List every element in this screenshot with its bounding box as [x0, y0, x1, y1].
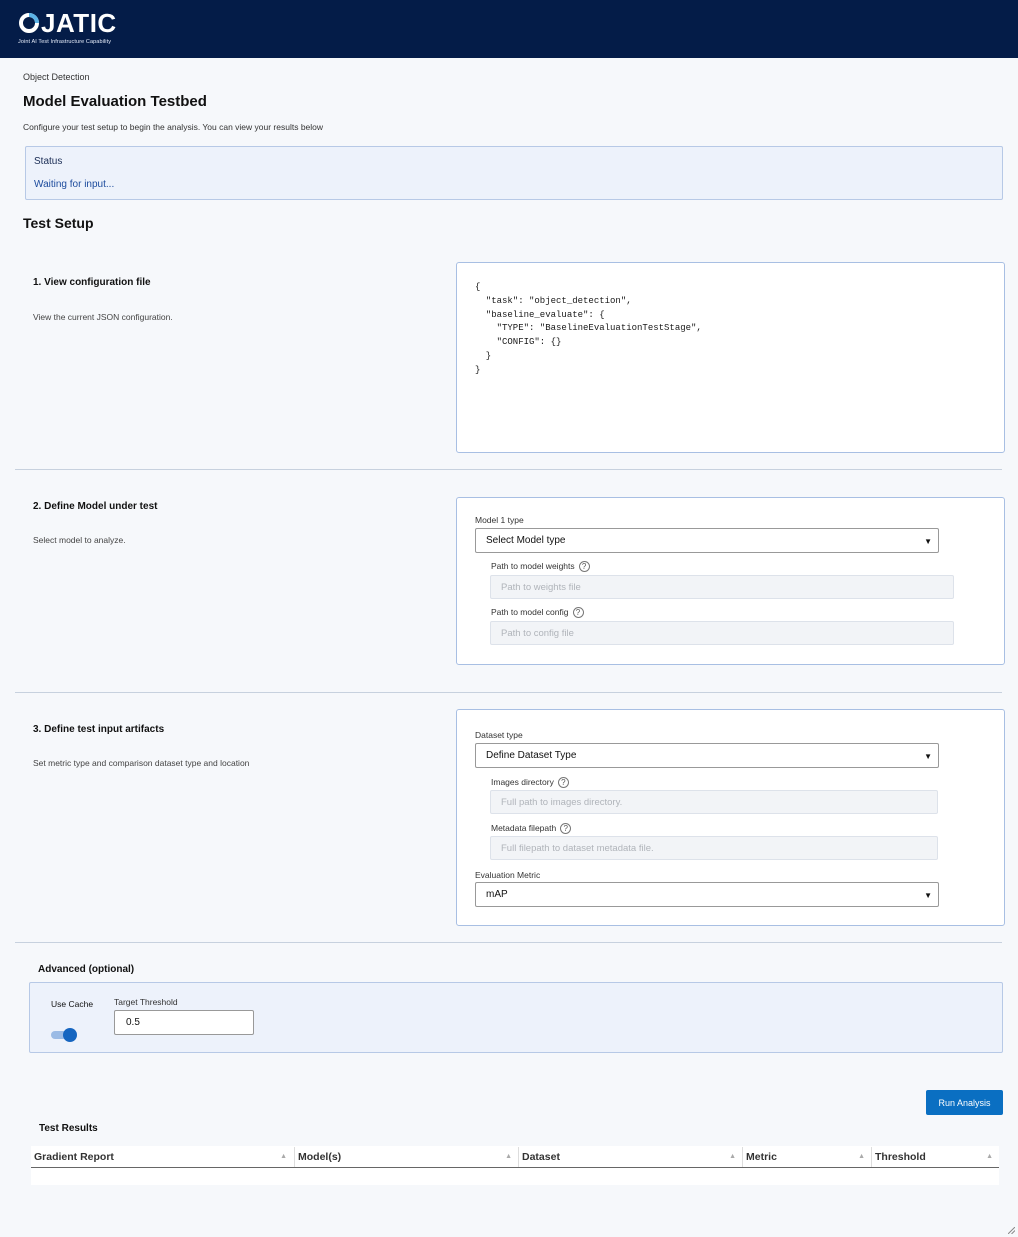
step1-desc: View the current JSON configuration.: [33, 312, 173, 322]
jatic-logo-icon: [19, 13, 39, 33]
model-card: Model 1 type Select Model type ▼ Path to…: [456, 497, 1005, 665]
metadata-path-input[interactable]: Full filepath to dataset metadata file.: [490, 836, 938, 860]
dataset-type-select[interactable]: Define Dataset Type ▼: [475, 743, 939, 768]
caret-down-icon: ▼: [924, 752, 932, 761]
caret-down-icon: ▼: [924, 537, 932, 546]
threshold-label: Target Threshold: [114, 997, 178, 1007]
page-title: Model Evaluation Testbed: [23, 93, 207, 110]
images-dir-label: Images directory: [491, 777, 554, 787]
use-cache-toggle-knob[interactable]: [63, 1028, 77, 1042]
dataset-card: Dataset type Define Dataset Type ▼ Image…: [456, 709, 1005, 926]
evaluation-metric-select[interactable]: mAP ▼: [475, 882, 939, 907]
divider: [15, 692, 1002, 693]
target-threshold-value: 0.5: [126, 1017, 140, 1028]
config-path-placeholder: Path to config file: [501, 627, 574, 639]
step3-title: 3. Define test input artifacts: [33, 724, 165, 735]
column-header-metric[interactable]: Metric ▲: [743, 1146, 871, 1168]
model-type-select[interactable]: Select Model type ▼: [475, 528, 939, 553]
dataset-type-label: Dataset type: [475, 730, 523, 740]
model-type-value: Select Model type: [486, 535, 566, 546]
question-circle-icon[interactable]: ?: [557, 777, 569, 789]
question-circle-icon[interactable]: ?: [560, 823, 572, 835]
weights-label: Path to model weights: [491, 561, 575, 571]
step3-desc: Set metric type and comparison dataset t…: [33, 758, 250, 768]
caret-down-icon: ▼: [924, 891, 932, 900]
images-dir-input[interactable]: Full path to images directory.: [490, 790, 938, 814]
question-circle-icon[interactable]: ?: [578, 561, 590, 573]
results-table: Gradient Report ▲ Model(s) ▲ Dataset ▲ M…: [31, 1146, 999, 1185]
column-label: Metric: [746, 1151, 777, 1163]
config-path-label: Path to model config: [491, 607, 569, 617]
metadata-label-row: Metadata filepath?: [491, 823, 572, 835]
status-message: Waiting for input...: [34, 179, 115, 190]
column-label: Threshold: [875, 1151, 926, 1163]
advanced-title: Advanced (optional): [38, 964, 135, 975]
advanced-panel: Use Cache Target Threshold 0.5: [29, 982, 1003, 1053]
logo-tagline: Joint AI Test Infrastructure Capability: [18, 39, 112, 45]
resize-handle-icon[interactable]: [1008, 1227, 1015, 1234]
sort-asc-icon[interactable]: ▲: [858, 1153, 865, 1160]
column-label: Gradient Report: [34, 1151, 114, 1163]
metadata-path-label: Metadata filepath: [491, 823, 557, 833]
question-circle-icon[interactable]: ?: [572, 607, 584, 619]
divider: [15, 942, 1002, 943]
config-json-viewer[interactable]: { "task": "object_detection", "baseline_…: [456, 262, 1005, 453]
sort-asc-icon[interactable]: ▲: [729, 1153, 736, 1160]
test-setup-heading: Test Setup: [23, 215, 94, 231]
sort-asc-icon[interactable]: ▲: [505, 1153, 512, 1160]
target-threshold-input[interactable]: 0.5: [114, 1010, 254, 1035]
step1-title: 1. View configuration file: [33, 277, 151, 288]
results-table-header: Gradient Report ▲ Model(s) ▲ Dataset ▲ M…: [31, 1146, 999, 1168]
images-dir-placeholder: Full path to images directory.: [501, 796, 623, 808]
weights-path-input[interactable]: Path to weights file: [490, 575, 954, 599]
sort-asc-icon[interactable]: ▲: [986, 1153, 993, 1160]
weights-label-row: Path to model weights?: [491, 561, 590, 573]
logo-text: JATIC: [41, 8, 117, 38]
jatic-logo[interactable]: JATIC Joint AI Test Infrastructure Capab…: [18, 10, 117, 45]
use-cache-label: Use Cache: [51, 999, 94, 1009]
config-path-input[interactable]: Path to config file: [490, 621, 954, 645]
dataset-type-value: Define Dataset Type: [486, 750, 577, 761]
images-label-row: Images directory?: [491, 777, 569, 789]
test-results-title: Test Results: [39, 1123, 98, 1134]
sort-asc-icon[interactable]: ▲: [280, 1153, 287, 1160]
model-type-label: Model 1 type: [475, 515, 524, 525]
app-header: JATIC Joint AI Test Infrastructure Capab…: [0, 0, 1018, 58]
status-panel: Status Waiting for input...: [25, 146, 1003, 200]
metric-label: Evaluation Metric: [475, 870, 541, 880]
metadata-path-placeholder: Full filepath to dataset metadata file.: [501, 842, 654, 854]
config-label-row: Path to model config?: [491, 607, 584, 619]
column-header-gradient-report[interactable]: Gradient Report ▲: [31, 1146, 293, 1168]
run-analysis-button[interactable]: Run Analysis: [926, 1090, 1003, 1115]
config-json-text: { "task": "object_detection", "baseline_…: [475, 282, 702, 375]
column-header-threshold[interactable]: Threshold ▲: [872, 1146, 999, 1168]
column-label: Model(s): [298, 1151, 342, 1163]
column-header-dataset[interactable]: Dataset ▲: [519, 1146, 742, 1168]
status-title: Status: [34, 156, 63, 167]
evaluation-metric-value: mAP: [486, 889, 508, 900]
intro-text: Configure your test setup to begin the a…: [23, 122, 324, 132]
step2-desc: Select model to analyze.: [33, 535, 126, 545]
column-label: Dataset: [522, 1151, 560, 1163]
divider: [15, 469, 1002, 470]
breadcrumb: Object Detection: [23, 72, 90, 82]
weights-path-placeholder: Path to weights file: [501, 581, 581, 593]
column-header-models[interactable]: Model(s) ▲: [295, 1146, 518, 1168]
step2-title: 2. Define Model under test: [33, 501, 158, 512]
